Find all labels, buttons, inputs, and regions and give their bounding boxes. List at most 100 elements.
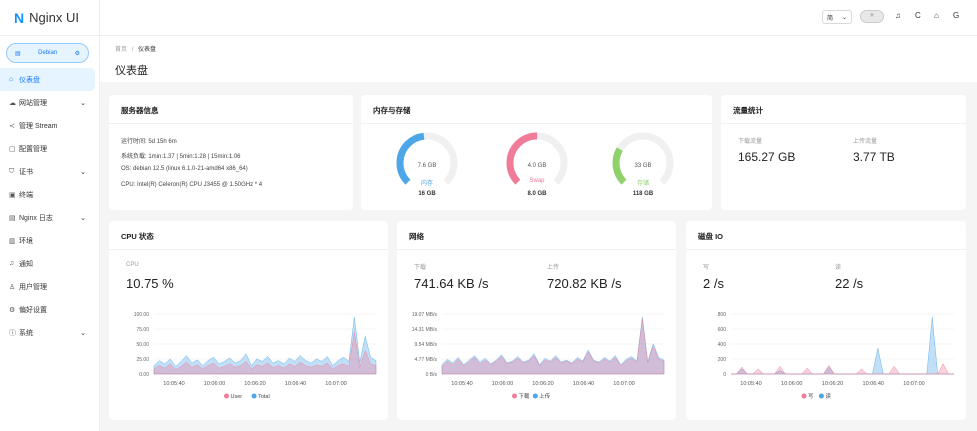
menu-icon: ≺: [9, 122, 15, 130]
gauge-0: 7.6 GB 内存 16 GB: [395, 131, 459, 197]
theme-toggle[interactable]: ☀: [860, 10, 884, 23]
download-traffic-label: 下载流量: [738, 139, 763, 145]
sidebar-item-0[interactable]: ⌂ 仪表盘: [0, 68, 95, 91]
read-label: 读: [835, 265, 842, 271]
memory-storage-card: 内存与存储 7.6 GB 内存 16 GB 4.0 GB Swap 8.0 GB 33 GB…: [361, 95, 712, 210]
language-select[interactable]: 简 ⌄: [822, 10, 852, 24]
legend-dot: [512, 393, 517, 399]
chevron-down-icon: ⌄: [80, 168, 86, 176]
sidebar-item-4[interactable]: ⛉ 证书 ⌄: [0, 160, 99, 183]
x-tick-label: 10:05:40: [163, 381, 184, 387]
sidebar-item-7[interactable]: ▥ 环境: [0, 229, 99, 252]
os-text: OS: debian 12.5 (linux 6.1.0-21-amd64 x8…: [121, 166, 248, 172]
legend-dot: [801, 393, 807, 399]
gauge-value: 33 GB: [634, 163, 652, 169]
sidebar-item-2[interactable]: ≺ 管理 Stream: [0, 114, 99, 137]
legend-label: 写: [808, 393, 814, 400]
legend-dot: [532, 393, 538, 399]
app-logo[interactable]: N Nginx UI: [0, 0, 99, 36]
logout-icon[interactable]: G: [953, 11, 959, 20]
x-tick-label: 10:06:40: [285, 381, 306, 387]
legend-label: 下载: [519, 392, 531, 400]
download-speed: 741.64 KB /s: [414, 276, 489, 291]
gauge-1: 4.0 GB Swap 8.0 GB: [505, 131, 569, 197]
network-card: 网络 下载 741.64 KB /s 上传 720.82 KB /s 19.07…: [397, 221, 676, 420]
upload-label: 上传: [547, 265, 560, 271]
refresh-icon[interactable]: C: [915, 11, 921, 20]
sidebar-item-8[interactable]: ♫ 通知: [0, 252, 99, 275]
cpu-label: CPU: [126, 262, 139, 268]
y-tick-label: 200: [718, 357, 727, 363]
sidebar-item-3[interactable]: ▢ 配置管理: [0, 137, 99, 160]
sidebar-item-label: 管理 Stream: [19, 122, 58, 130]
sidebar-item-label: 用户管理: [19, 283, 47, 291]
card-title: 网络: [409, 232, 424, 241]
y-tick-label: 0.00: [139, 372, 149, 378]
divider: [361, 123, 712, 124]
breadcrumb-home[interactable]: 首页: [115, 47, 127, 53]
cpu-text: CPU: Intel(R) Celeron(R) CPU J3455 @ 1.5…: [121, 182, 263, 188]
x-tick-label: 10:06:40: [573, 381, 594, 387]
sidebar-item-label: 终端: [19, 191, 33, 199]
y-tick-label: 100.00: [134, 312, 150, 318]
settings-icon[interactable]: ⚙: [75, 50, 80, 57]
chevron-down-icon: ⌄: [841, 14, 847, 21]
sidebar-item-label: 通知: [19, 260, 33, 268]
menu-icon: ♫: [9, 260, 15, 267]
home-icon[interactable]: ⌂: [934, 11, 939, 20]
notification-icon[interactable]: ♫: [895, 11, 901, 20]
x-tick-label: 10:06:20: [532, 381, 553, 387]
series-area: [731, 363, 954, 375]
menu-icon: ▤: [9, 214, 16, 222]
x-tick-label: 10:07:00: [613, 381, 634, 387]
y-tick-label: 9.54 MB/s: [414, 342, 437, 348]
legend-dot: [251, 393, 257, 399]
divider: [109, 123, 353, 124]
chevron-down-icon: ⌄: [80, 214, 86, 222]
sidebar-item-label: 系统: [19, 329, 33, 337]
menu-icon: ⓘ: [9, 329, 16, 337]
upload-speed: 720.82 KB /s: [547, 276, 622, 291]
x-tick-label: 10:06:00: [204, 381, 225, 387]
sidebar-item-9[interactable]: ♙ 用户管理: [0, 275, 99, 298]
top-bar: 简 ⌄ ☀ ♫ C ⌂ G: [100, 0, 977, 36]
gauge-value: 4.0 GB: [527, 163, 547, 169]
read-value: 22 /s: [835, 276, 864, 291]
card-title: 流量统计: [733, 106, 763, 115]
write-label: 写: [703, 265, 710, 271]
cpu-card: CPU 状态 CPU 10.75 % 100.00 75.00 50.00 25.00…: [109, 221, 388, 420]
x-tick-label: 10:07:00: [325, 381, 346, 387]
menu-icon: ⚙: [9, 306, 16, 314]
sidebar-item-11[interactable]: ⓘ 系统 ⌄: [0, 321, 99, 344]
legend-dot: [224, 393, 229, 399]
card-title: 内存与存储: [373, 106, 411, 115]
sidebar-item-10[interactable]: ⚙ 偏好设置: [0, 298, 99, 321]
breadcrumb: 首页 / 仪表盘: [115, 44, 156, 53]
gauge-label: 内存: [420, 181, 433, 187]
sidebar-item-label: 网站管理: [19, 99, 47, 107]
sidebar-item-6[interactable]: ▤ Nginx 日志 ⌄: [0, 206, 99, 229]
sidebar-item-5[interactable]: ▣ 终端: [0, 183, 99, 206]
menu-icon: ☁: [9, 99, 16, 107]
sidebar-item-label: 环境: [19, 237, 33, 245]
y-tick-label: 4.77 MB/s: [414, 357, 437, 363]
node-selector[interactable]: ▤ Debian ⚙: [6, 43, 89, 63]
gauge-value: 7.6 GB: [417, 163, 437, 169]
nginx-logo-icon: N: [14, 9, 25, 26]
chevron-down-icon: ⌄: [80, 99, 86, 107]
y-tick-label: 0 B/s: [426, 372, 438, 378]
sidebar-item-1[interactable]: ☁ 网站管理 ⌄: [0, 91, 99, 114]
language-value: 简: [827, 15, 834, 22]
sidebar-menu: ⌂ 仪表盘 ☁ 网站管理 ⌄ ≺ 管理 Stream ▢ 配置管理 ⛉ 证书 ⌄ ▣ 终端 ▤ Nginx 日…: [0, 68, 99, 344]
y-tick-label: 800: [718, 312, 727, 318]
gauge-total: 16 GB: [418, 191, 436, 197]
disk-io-card: 磁盘 IO 写 2 /s 读 22 /s 800 600 400 200 0 10:05:…: [686, 221, 966, 420]
gauge-total: 8.0 GB: [527, 191, 547, 197]
gauge-label: Swap: [529, 178, 545, 184]
breadcrumb-current: 仪表盘: [138, 47, 157, 53]
card-title: 磁盘 IO: [698, 232, 724, 241]
legend-label: 读: [825, 392, 831, 400]
menu-icon: ⌂: [9, 76, 14, 83]
download-label: 下载: [414, 265, 427, 271]
card-title: 服务器信息: [121, 106, 159, 115]
